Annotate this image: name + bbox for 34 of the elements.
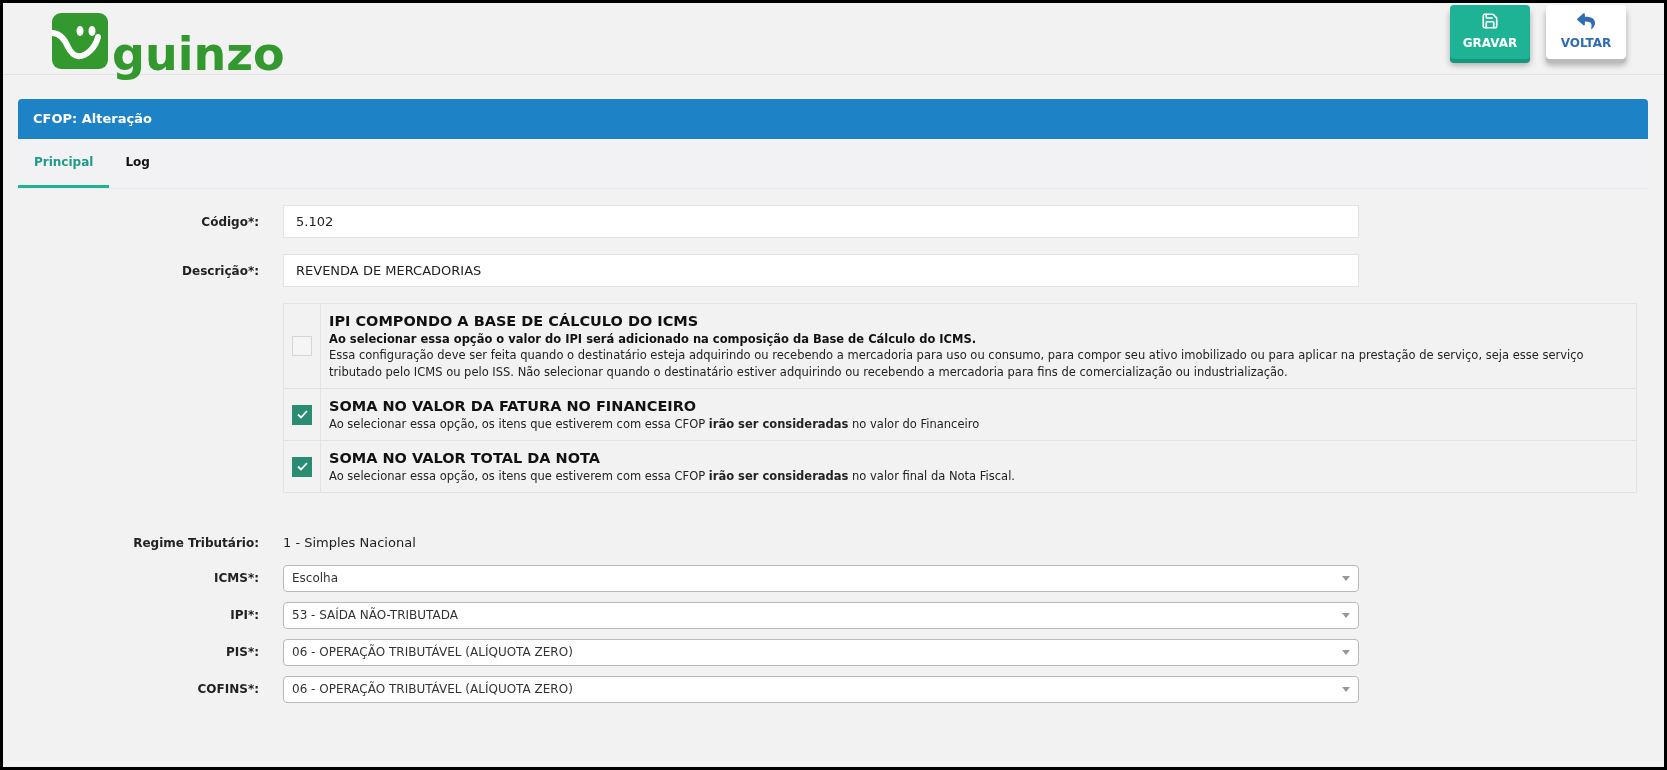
checkbox[interactable] [292,404,312,425]
field-label: PIS*: [225,644,260,661]
option-description: Ao selecionar essa opção, os itens que estiverem com essa CFOP irão ser consideradas no valor final da Nota Fiscal. [329,468,1015,485]
save-icon [1481,12,1499,30]
text-input[interactable]: REVENDA DE MERCADORIAS [283,254,1359,287]
regime-value: 1 - Simples Nacional [283,534,416,552]
smiley-logo-icon [52,13,108,69]
option-description: Essa configuração deve ser feita quando o destinatário esteja adquirindo ou recebendo a mercadoria para uso ou consumo, para compor seu ativo imobilizado ou para aplicar na prestação de serviço, seja esse serviço tributado pelo ICMS ou pelo ISS. Não selecionar quando o destinatário estiver adquirindo ou recebendo a mercadoria para fins de comercialização ou industrialização. [329,347,1585,381]
checkmark-icon [296,462,308,471]
select-dropdown[interactable]: 06 - OPERAÇÃO TRIBUTÁVEL (ALÍQUOTA ZERO) [283,638,1359,666]
field-label: Código*: [200,213,260,231]
field-label: COFINS*: [196,681,260,698]
select-dropdown[interactable]: Escolha [283,564,1359,592]
field-label: Descrição*: [181,262,260,280]
caret-icon [1342,686,1350,692]
select-dropdown[interactable]: 53 - SAÍDA NÃO-TRIBUTADA [283,601,1359,629]
select-dropdown[interactable]: 06 - OPERAÇÃO TRIBUTÁVEL (ALÍQUOTA ZERO) [283,675,1359,703]
option-description: Ao selecionar essa opção, os itens que estiverem com essa CFOP irão ser consideradas no valor do Financeiro [329,416,980,433]
field-label: ICMS*: [213,570,260,587]
tab[interactable]: Log [109,139,166,188]
checkbox[interactable] [292,456,312,477]
caret-icon [1342,575,1350,581]
caret-icon [1342,612,1350,618]
panel-header: CFOP: Alteração [18,99,1648,139]
option-title: SOMA NO VALOR DA FATURA NO FINANCEIRO [329,397,698,416]
option-title: IPI COMPONDO A BASE DE CÁLCULO DO ICMS [329,312,700,331]
reply-arrow-icon [1577,12,1595,30]
checkmark-icon [296,410,308,419]
option-title: SOMA NO VALOR TOTAL DA NOTA [329,449,601,468]
option-note: Ao selecionar essa opção o valor do IPI será adicionado na composição da Base de Cálculo do ICMS. [329,331,978,347]
field-label: Regime Tributário: [132,534,260,552]
field-label: IPI*: [229,607,260,624]
text-input[interactable]: 5.102 [283,205,1359,238]
caret-icon [1342,649,1350,655]
